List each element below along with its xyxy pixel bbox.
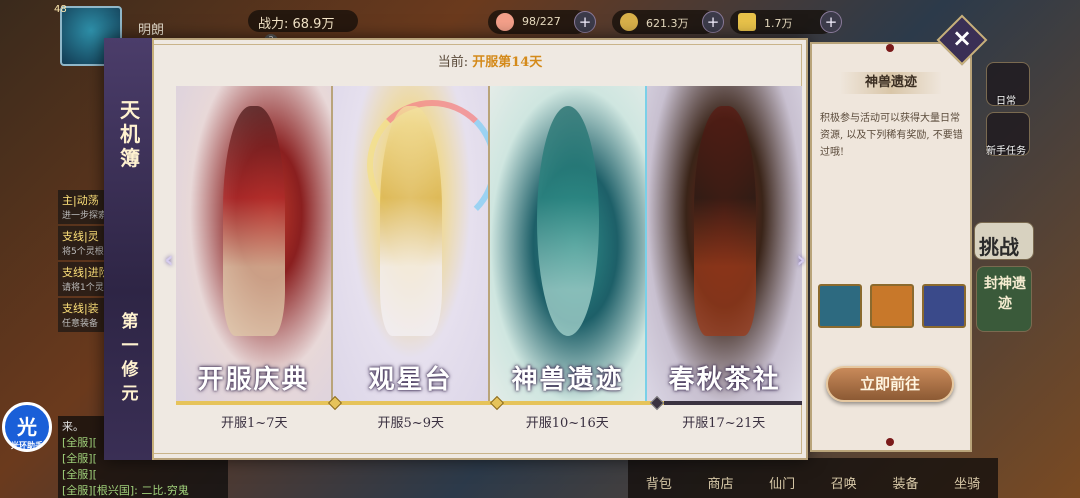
bottom-nav: 背包 商店 仙门 召唤 装备 坐骑 (628, 458, 998, 498)
timeline-marker (649, 395, 665, 411)
fengshen-label: 封神遗迹 (984, 276, 1026, 312)
challenge-label: 挑战 (979, 235, 1019, 259)
tab-mount[interactable]: 坐骑 (954, 473, 980, 492)
resource-peach: 98/227 + (488, 10, 596, 34)
power-label: 战力: 68.9万 (258, 17, 335, 32)
reward-scroll-book-icon[interactable] (922, 284, 966, 328)
chat-line: [全服][ (62, 468, 97, 481)
gold-ingot-icon (738, 13, 756, 31)
current-prefix: 当前: (437, 55, 469, 70)
add-gold-button[interactable]: + (820, 11, 842, 33)
card-date: 开服10~16天 (525, 416, 609, 431)
card-name: 开服庆典 (197, 365, 310, 395)
event-card[interactable]: 春秋茶社 (647, 86, 802, 404)
progress-timeline (176, 395, 802, 411)
peach-icon (496, 13, 514, 31)
current-day-banner: 当前: 开服第14天 (360, 50, 620, 76)
resource-value: 621.3万 (646, 17, 689, 30)
event-card[interactable]: 开服庆典 (176, 86, 333, 404)
fengshen-button[interactable]: 封神遗迹 (976, 266, 1032, 332)
timeline-fill (176, 401, 665, 405)
power-display: 战力: 68.9万? (248, 10, 358, 48)
panel-title: 神兽遗迹 (840, 72, 942, 94)
player-level: 48 (54, 4, 67, 15)
daily-label: 日常 (996, 96, 1016, 107)
gx-assistant-badge[interactable]: 光 光环助手 (2, 402, 52, 452)
card-dates: 开服1~7天 开服5~9天 开服10~16天 开服17~21天 (176, 412, 802, 431)
newbie-task-label: 新手任务 (986, 146, 1026, 157)
event-card-selected[interactable]: 神兽遗迹 (490, 86, 647, 404)
resource-value: 98/227 (522, 15, 561, 28)
card-name: 神兽遗迹 (511, 365, 624, 395)
card-name: 春秋茶社 (668, 365, 781, 395)
chat-line: [全服][根兴国]: 二比.穷鬼 (62, 484, 189, 497)
spine-subtitle: 第一修元 (121, 312, 139, 404)
resource-coin: 621.3万 + (612, 10, 724, 34)
character-figure (222, 106, 285, 336)
card-date: 开服1~7天 (221, 416, 288, 431)
prev-arrow-icon[interactable]: ‹ (158, 250, 180, 272)
tab-shop[interactable]: 商店 (707, 473, 733, 492)
gx-label: 光环助手 (11, 441, 43, 450)
add-coin-button[interactable]: + (702, 11, 724, 33)
card-date: 开服17~21天 (682, 416, 766, 431)
event-cards: 开服庆典 观星台 神兽遗迹 春秋茶社 (176, 86, 802, 404)
character-figure (379, 106, 442, 336)
challenge-button[interactable]: 挑战 (974, 222, 1034, 260)
card-name: 观星台 (368, 365, 453, 395)
tab-summon[interactable]: 召唤 (831, 473, 857, 492)
close-icon: × (951, 24, 973, 52)
gx-glyph: 光 (17, 415, 37, 439)
add-peach-button[interactable]: + (574, 11, 596, 33)
reward-dragon-icon[interactable] (818, 284, 862, 328)
resource-gold: 1.7万 + (730, 10, 842, 34)
current-value: 开服第14天 (472, 55, 543, 70)
dragon-figure (536, 106, 599, 336)
character-figure (693, 106, 756, 336)
card-date: 开服5~9天 (377, 416, 444, 431)
timeline-marker (489, 395, 505, 411)
pin-decoration (886, 438, 894, 446)
go-now-button[interactable]: 立即前往 (826, 366, 954, 402)
tab-sect[interactable]: 仙门 (769, 473, 795, 492)
pin-decoration (886, 44, 894, 52)
event-card[interactable]: 观星台 (333, 86, 490, 404)
coin-icon (620, 13, 638, 31)
reward-treasure-box-icon[interactable] (870, 284, 914, 328)
spine-title: 天机簿 (120, 98, 140, 170)
resource-value: 1.7万 (764, 17, 793, 30)
tab-equip[interactable]: 装备 (892, 473, 918, 492)
tab-bag[interactable]: 背包 (646, 473, 672, 492)
next-arrow-icon[interactable]: › (790, 250, 812, 272)
timeline-marker (327, 395, 343, 411)
player-name: 明朗 (138, 23, 165, 38)
panel-description: 积极参与活动可以获得大量日常资源, 以及下列稀有奖励, 不要错过哦! (820, 113, 963, 158)
